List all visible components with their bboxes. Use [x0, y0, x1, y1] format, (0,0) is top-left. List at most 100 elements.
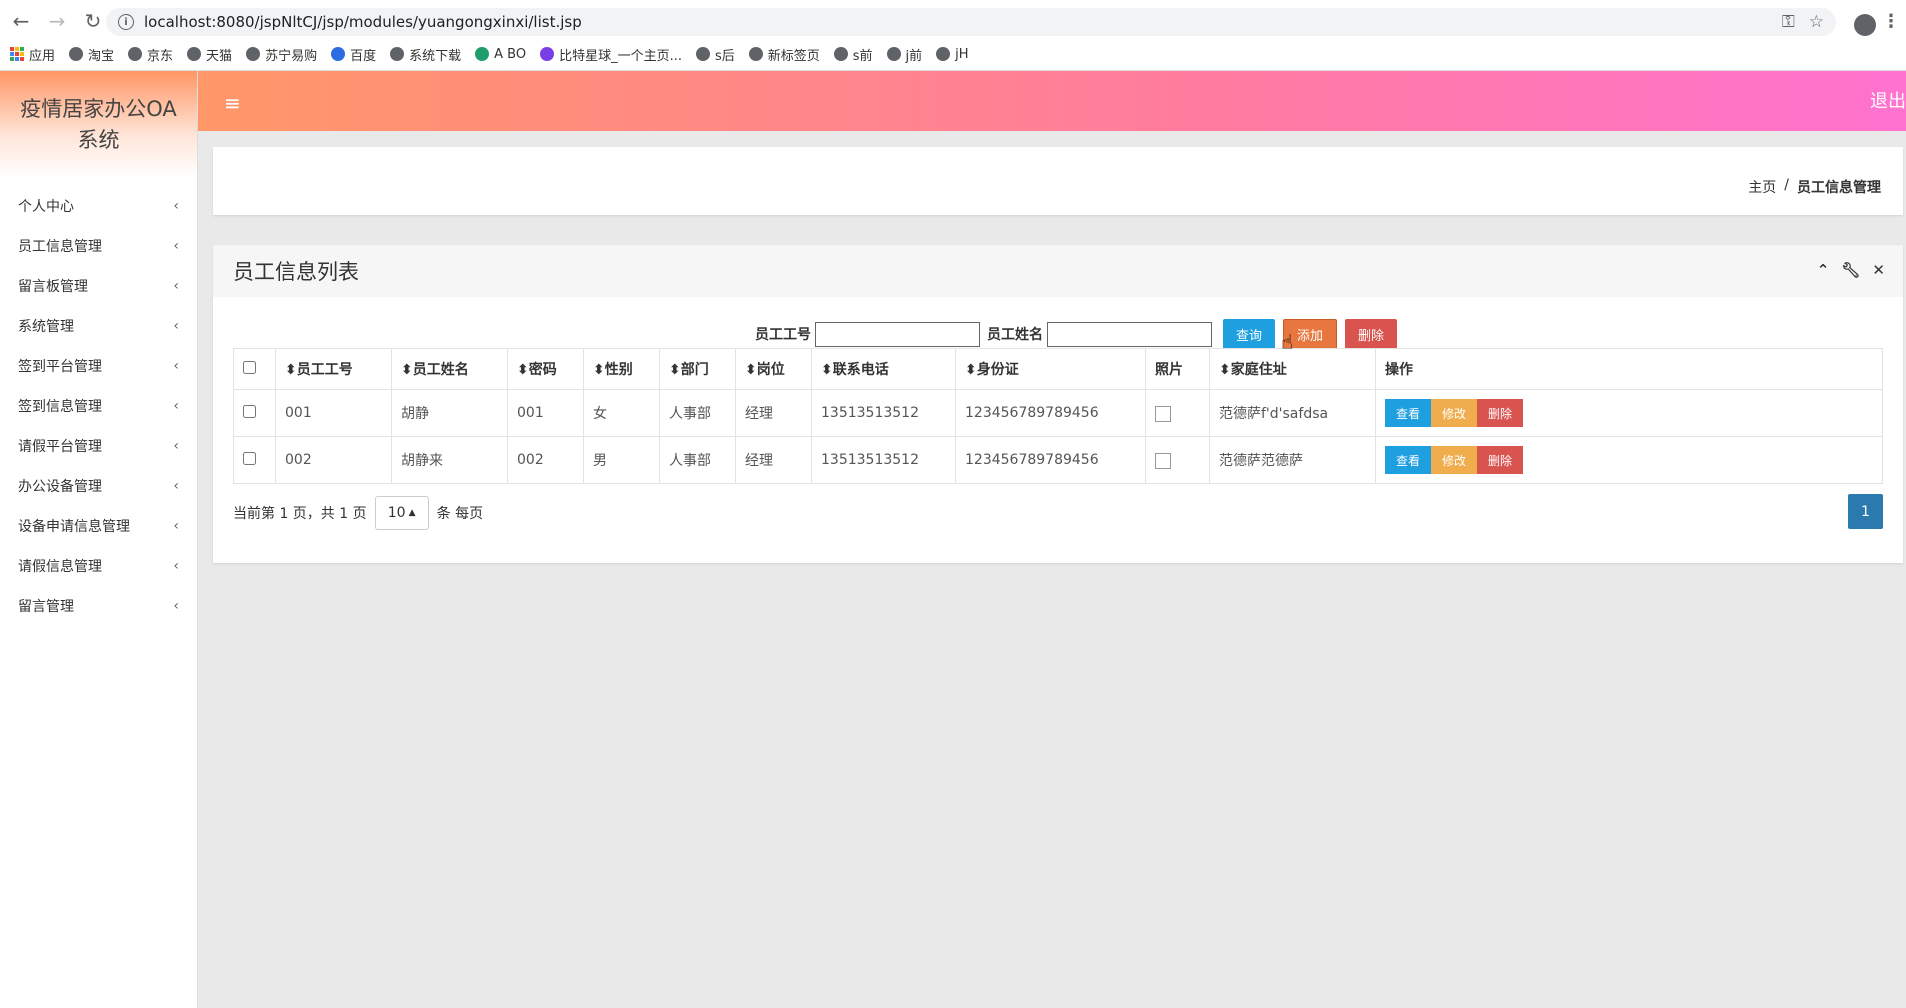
- collapse-chevron-up-icon[interactable]: ⌃: [1817, 261, 1830, 279]
- bookmark-item[interactable]: j前: [886, 45, 922, 64]
- chevron-left-icon: ‹: [173, 318, 179, 334]
- edit-button[interactable]: 修改: [1431, 399, 1478, 427]
- column-header-password[interactable]: ⬍密码: [507, 348, 584, 390]
- bookmark-item[interactable]: 百度: [331, 45, 376, 64]
- chevron-left-icon: ‹: [173, 278, 179, 294]
- row-checkbox[interactable]: [243, 404, 256, 418]
- cell-department: 人事部: [659, 436, 736, 484]
- star-icon[interactable]: ☆: [1809, 12, 1824, 32]
- sidebar-item-leave-platform[interactable]: 请假平台管理 ‹: [0, 426, 197, 466]
- bookmark-item[interactable]: jH: [936, 47, 969, 62]
- page-title: 员工信息列表: [233, 260, 359, 284]
- cell-photo: [1145, 436, 1210, 484]
- chevron-left-icon: ‹: [173, 518, 179, 534]
- logout-link[interactable]: 退出: [1870, 87, 1906, 113]
- sidebar-item-checkin-info[interactable]: 签到信息管理 ‹: [0, 386, 197, 426]
- sidebar-item-message-board[interactable]: 留言板管理 ‹: [0, 266, 197, 306]
- profile-avatar-icon[interactable]: [1854, 14, 1876, 36]
- select-all-cell: [233, 348, 276, 390]
- cell-id-card: 123456789789456: [955, 389, 1146, 437]
- select-all-checkbox[interactable]: [243, 360, 256, 374]
- sidebar-item-messages[interactable]: 留言管理 ‹: [0, 586, 197, 626]
- column-header-gender[interactable]: ⬍性别: [583, 348, 660, 390]
- site-info-icon[interactable]: i: [118, 14, 134, 30]
- bookmark-item[interactable]: 淘宝: [69, 45, 114, 64]
- page-size-select[interactable]: 10 ▲: [374, 496, 429, 530]
- delete-button[interactable]: 删除: [1477, 446, 1524, 474]
- view-button[interactable]: 查看: [1385, 399, 1432, 427]
- sidebar-item-leave-info[interactable]: 请假信息管理 ‹: [0, 546, 197, 586]
- column-header-employee-name[interactable]: ⬍员工姓名: [391, 348, 508, 390]
- column-header-department[interactable]: ⬍部门: [659, 348, 736, 390]
- employee-name-input[interactable]: [1047, 321, 1212, 347]
- column-header-address[interactable]: ⬍家庭住址: [1209, 348, 1376, 390]
- key-icon[interactable]: ⚿: [1782, 12, 1795, 32]
- broken-image-icon: [1155, 406, 1171, 422]
- address-bar[interactable]: i localhost:8080/jspNltCJ/jsp/modules/yu…: [106, 8, 1836, 36]
- bookmark-item[interactable]: 新标签页: [748, 45, 820, 64]
- pagination-info: 当前第 1 页，共 1 页 10 ▲ 条 每页: [233, 496, 483, 530]
- browser-menu-icon[interactable]: ⋮: [1882, 13, 1900, 31]
- column-header-id-card[interactable]: ⬍身份证: [955, 348, 1146, 390]
- edit-button[interactable]: 修改: [1431, 446, 1478, 474]
- employee-no-input[interactable]: [815, 321, 980, 347]
- cell-department: 人事部: [659, 389, 736, 437]
- wrench-icon[interactable]: 🔧︎: [1841, 261, 1860, 279]
- apps-icon: [10, 47, 24, 61]
- bookmark-item[interactable]: s前: [833, 45, 873, 64]
- globe-icon: [390, 47, 405, 61]
- sort-icon: ⬍: [821, 362, 833, 378]
- sidebar-item-employee-info[interactable]: 员工信息管理 ‹: [0, 226, 197, 266]
- delete-button[interactable]: 删除: [1477, 399, 1524, 427]
- breadcrumb-home[interactable]: 主页: [1748, 177, 1776, 197]
- bookmark-item[interactable]: 系统下载: [390, 45, 461, 64]
- cell-address: 范德萨f'd'safdsa: [1209, 389, 1376, 437]
- employee-table: ⬍员工工号 ⬍员工姓名 ⬍密码 ⬍性别 ⬍部门 ⬍岗位 ⬍联系电话 ⬍身份证 照…: [233, 348, 1883, 484]
- sidebar-item-equipment-request[interactable]: 设备申请信息管理 ‹: [0, 506, 197, 546]
- page-info-text: 当前第 1 页，共 1 页: [233, 506, 367, 522]
- bookmark-item[interactable]: 京东: [128, 45, 173, 64]
- column-header-phone[interactable]: ⬍联系电话: [811, 348, 956, 390]
- forward-icon[interactable]: →: [42, 6, 72, 36]
- view-button[interactable]: 查看: [1385, 446, 1432, 474]
- cell-address: 范德萨范德萨: [1209, 436, 1376, 484]
- bookmark-item[interactable]: 苏宁易购: [246, 45, 317, 64]
- sidebar: 疫情居家办公OA系统 个人中心 ‹ 员工信息管理 ‹ 留言板管理 ‹ 系统管理 ‹ 签到…: [0, 71, 198, 1008]
- bookmark-item[interactable]: 比特星球_一个主页...: [540, 45, 682, 64]
- sidebar-item-personal-center[interactable]: 个人中心 ‹: [0, 186, 197, 226]
- hamburger-menu-icon[interactable]: ≡: [224, 91, 241, 115]
- cell-password: 002: [507, 436, 584, 484]
- bookmark-item[interactable]: A BO: [475, 47, 526, 62]
- column-header-post[interactable]: ⬍岗位: [735, 348, 812, 390]
- back-icon[interactable]: ←: [6, 6, 36, 36]
- globe-icon: [886, 47, 901, 61]
- cell-password: 001: [507, 389, 584, 437]
- top-bar: ≡ 退出: [198, 71, 1906, 131]
- cell-post: 经理: [735, 436, 812, 484]
- breadcrumb-card: 主页 / 员工信息管理: [213, 147, 1903, 215]
- sidebar-item-office-equipment[interactable]: 办公设备管理 ‹: [0, 466, 197, 506]
- sort-icon: ⬍: [593, 362, 605, 378]
- bookmark-item[interactable]: 天猫: [187, 45, 232, 64]
- chevron-left-icon: ‹: [173, 558, 179, 574]
- sort-icon: ⬍: [965, 362, 977, 378]
- bookmark-item[interactable]: s后: [695, 45, 735, 64]
- sidebar-item-system[interactable]: 系统管理 ‹: [0, 306, 197, 346]
- column-header-employee-no[interactable]: ⬍员工工号: [275, 348, 392, 390]
- cell-gender: 男: [583, 436, 660, 484]
- search-form: 员工工号 员工姓名 查询 添加 删除: [755, 319, 1398, 349]
- close-icon[interactable]: ✕: [1872, 261, 1885, 279]
- table-row: 002 胡静来 002 男 人事部 经理 13513513512 1234567…: [233, 436, 1883, 484]
- reload-icon[interactable]: ↻: [78, 6, 108, 36]
- query-button[interactable]: 查询: [1223, 319, 1276, 349]
- row-checkbox[interactable]: [243, 451, 256, 465]
- batch-delete-button[interactable]: 删除: [1345, 319, 1398, 349]
- chevron-left-icon: ‹: [173, 198, 179, 214]
- page-number-button[interactable]: 1: [1848, 494, 1883, 529]
- chevron-left-icon: ‹: [173, 358, 179, 374]
- bookmark-apps[interactable]: 应用: [10, 45, 55, 64]
- sidebar-item-checkin-platform[interactable]: 签到平台管理 ‹: [0, 346, 197, 386]
- chevron-left-icon: ‹: [173, 598, 179, 614]
- planet-icon: [540, 47, 555, 61]
- leaf-icon: [475, 47, 490, 61]
